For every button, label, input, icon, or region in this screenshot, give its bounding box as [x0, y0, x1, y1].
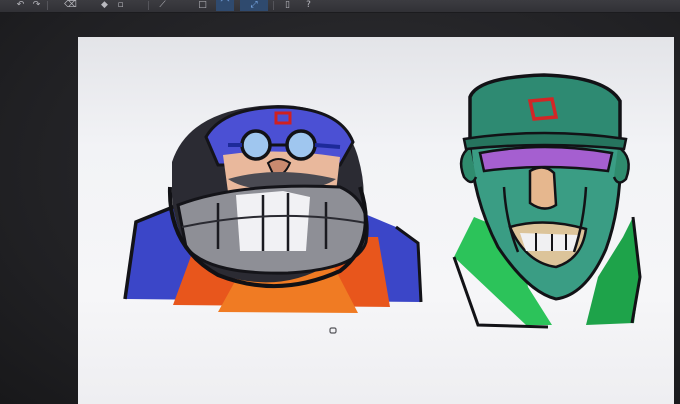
deselect-icon[interactable]: □	[196, 0, 209, 11]
device-icon[interactable]: ▯	[281, 0, 294, 11]
help-icon[interactable]: ?	[302, 0, 315, 11]
clear-icon[interactable]: ⌫	[64, 0, 77, 11]
erase-icon[interactable]: ▫	[114, 0, 127, 11]
lasso-icon[interactable]: ⌒	[216, 0, 234, 11]
canvas-artwork	[123, 73, 642, 334]
goggles-character-sketch	[123, 105, 423, 313]
redo-icon[interactable]: ↷	[30, 0, 43, 11]
transform-icon[interactable]: ⤢	[240, 0, 268, 11]
cap-character-sketch	[452, 73, 642, 329]
undo-icon[interactable]: ↶	[14, 0, 27, 11]
toolbar-divider	[47, 1, 48, 10]
brush-cursor	[329, 327, 337, 334]
select-icon[interactable]: ⟋	[156, 0, 169, 11]
toolbar-divider	[148, 1, 149, 10]
toolbar-divider	[273, 1, 274, 10]
fill-icon[interactable]: ◆	[98, 0, 111, 11]
top-toolbar: ↶ ↷ ⌫ ◆ ▫ ⟋ □ ⌒ ⤢ ▯ ?	[0, 0, 680, 13]
